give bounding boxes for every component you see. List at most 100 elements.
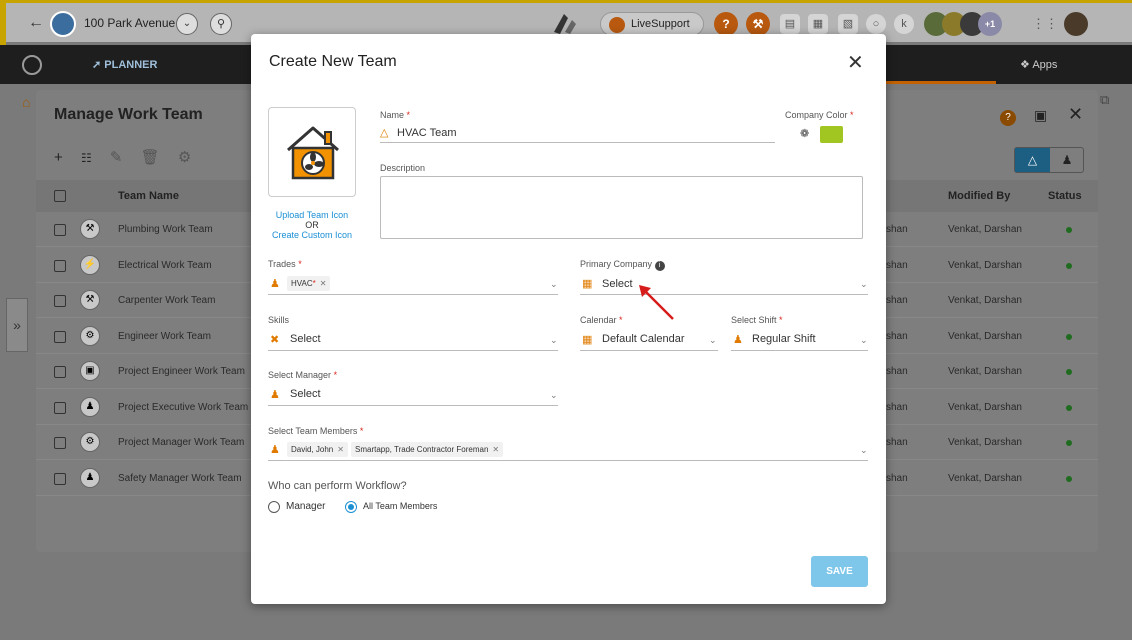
trade-chip[interactable]: HVAC* ✕	[287, 276, 331, 291]
create-custom-icon-link[interactable]: Create Custom Icon	[268, 230, 356, 240]
help-icon[interactable]: ?	[1000, 110, 1016, 126]
add-icon[interactable]: +	[54, 149, 63, 166]
live-support-button[interactable]: LiveSupport	[600, 12, 704, 36]
members-underline	[268, 460, 868, 461]
chevron-down-icon[interactable]: ⌄	[709, 335, 717, 346]
team-name[interactable]: Plumbing Work Team	[118, 224, 213, 235]
delete-icon[interactable]: 🗑	[141, 149, 160, 166]
person-view-icon[interactable]: ♟	[1050, 148, 1084, 172]
team-name[interactable]: Electrical Work Team	[118, 260, 212, 271]
team-name[interactable]: Safety Manager Work Team	[118, 473, 242, 484]
chevron-down-icon[interactable]: ⌄	[550, 335, 558, 346]
remove-chip-icon[interactable]: ✕	[492, 445, 499, 454]
nav-apps-label: Apps	[1032, 59, 1058, 71]
primary-company-label-text: Primary Company	[580, 259, 653, 269]
chevron-down-icon[interactable]: ⌄	[550, 390, 558, 401]
members-label: Select Team Members *	[268, 426, 364, 436]
team-name[interactable]: Project Engineer Work Team	[118, 366, 245, 377]
back-arrow-icon[interactable]: ←	[28, 14, 44, 32]
chevron-down-icon[interactable]: ⌄	[860, 445, 868, 456]
chevron-down-icon[interactable]: ⌄	[860, 335, 868, 346]
row-checkbox[interactable]	[54, 259, 66, 272]
project-avatar[interactable]	[50, 11, 76, 37]
team-settings-icon[interactable]: ☷	[81, 151, 92, 165]
help-icon[interactable]: ?	[714, 12, 738, 36]
name-label: Name *	[380, 110, 411, 120]
row-checkbox[interactable]	[54, 401, 66, 414]
nav-planner[interactable]: ➚ PLANNER	[92, 58, 157, 71]
home-logo-icon[interactable]	[22, 55, 42, 75]
chevron-down-icon[interactable]: ⌄	[860, 279, 868, 290]
all-members-radio-label[interactable]: All Team Members	[363, 501, 437, 511]
created-by: shan	[886, 401, 908, 413]
skills-select[interactable]: Select	[290, 333, 321, 345]
k-app-icon[interactable]: k	[894, 14, 914, 34]
palette-icon[interactable]: ❁	[800, 127, 809, 140]
apps-grid-icon[interactable]: ⋮⋮	[1032, 14, 1058, 34]
row-checkbox[interactable]	[54, 437, 66, 449]
row-checkbox[interactable]	[54, 330, 66, 343]
spreadsheet-icon[interactable]: ▧	[838, 14, 858, 34]
external-link-icon[interactable]: ⧉	[1100, 92, 1109, 108]
chat-icon[interactable]: ○	[866, 14, 886, 34]
col-team-name[interactable]: Team Name	[118, 190, 179, 202]
team-name[interactable]: Project Manager Work Team	[118, 437, 244, 448]
col-modified-by[interactable]: Modified By	[948, 190, 1010, 202]
search-icon[interactable]: ⚲	[210, 13, 232, 35]
team-view-icon[interactable]: △	[1015, 148, 1050, 172]
team-name[interactable]: Project Executive Work Team	[118, 402, 248, 413]
shift-select[interactable]: Regular Shift	[752, 333, 816, 345]
nav-apps[interactable]: ❖ Apps	[1020, 58, 1057, 71]
company-color-swatch[interactable]	[820, 126, 843, 143]
name-input[interactable]: HVAC Team	[397, 127, 457, 139]
remove-chip-icon[interactable]: ✕	[320, 279, 327, 288]
calendar-select[interactable]: Default Calendar	[602, 333, 685, 345]
remove-chip-icon[interactable]: ✕	[337, 445, 344, 454]
created-by: shan	[886, 259, 908, 271]
description-textarea[interactable]	[380, 176, 863, 239]
select-all-checkbox[interactable]	[54, 190, 66, 202]
shift-underline	[731, 350, 868, 351]
close-panel-icon[interactable]: ✕	[1068, 104, 1083, 125]
team-icon-preview[interactable]	[268, 107, 356, 197]
row-checkbox[interactable]	[54, 224, 66, 236]
tools-icon[interactable]: ⚒	[746, 12, 770, 36]
created-by: shan	[886, 472, 908, 484]
save-button[interactable]: SAVE	[811, 556, 868, 587]
report-icon[interactable]: ▦	[808, 14, 828, 34]
team-name[interactable]: Carpenter Work Team	[118, 295, 215, 306]
profile-avatar[interactable]	[1064, 12, 1088, 36]
modified-by: Venkat, Darshan	[948, 401, 1022, 413]
trade-chip-label: HVAC	[291, 279, 313, 288]
modified-by: Venkat, Darshan	[948, 437, 1022, 448]
member-chip[interactable]: David, John ✕	[287, 442, 348, 457]
close-icon[interactable]: ✕	[847, 50, 864, 75]
fullscreen-icon[interactable]: ▣	[1034, 107, 1047, 124]
user-count-badge[interactable]: +1	[978, 12, 1002, 36]
chevron-down-icon[interactable]: ⌄	[176, 13, 198, 35]
primary-company-select[interactable]: Select	[602, 278, 633, 290]
document-icon[interactable]: ▤	[780, 14, 800, 34]
all-members-radio[interactable]	[345, 501, 357, 513]
edit-icon[interactable]: ✎	[110, 149, 123, 166]
home-icon[interactable]: ⌂	[22, 94, 30, 110]
status-active-dot	[1066, 475, 1072, 482]
info-icon[interactable]: i	[654, 261, 665, 271]
row-checkbox[interactable]	[54, 295, 66, 307]
manager-radio[interactable]	[268, 501, 280, 513]
upload-team-icon-link[interactable]: Upload Team Icon	[268, 210, 356, 220]
modified-by: Venkat, Darshan	[948, 224, 1022, 235]
col-status[interactable]: Status	[1048, 190, 1082, 202]
member-chip[interactable]: Smartapp, Trade Contractor Foreman ✕	[351, 442, 504, 457]
project-name[interactable]: 100 Park Avenue	[84, 16, 175, 30]
expand-sidebar-button[interactable]: »	[6, 298, 28, 352]
chevron-down-icon[interactable]: ⌄	[550, 279, 558, 290]
team-name[interactable]: Engineer Work Team	[118, 331, 211, 342]
row-checkbox[interactable]	[54, 366, 66, 378]
manager-select[interactable]: Select	[290, 388, 321, 400]
status-active-dot	[1066, 369, 1072, 375]
manager-radio-label[interactable]: Manager	[286, 501, 325, 512]
row-checkbox[interactable]	[54, 472, 66, 485]
created-by: shan	[886, 295, 908, 306]
gear-icon[interactable]: ⚙	[178, 149, 191, 166]
